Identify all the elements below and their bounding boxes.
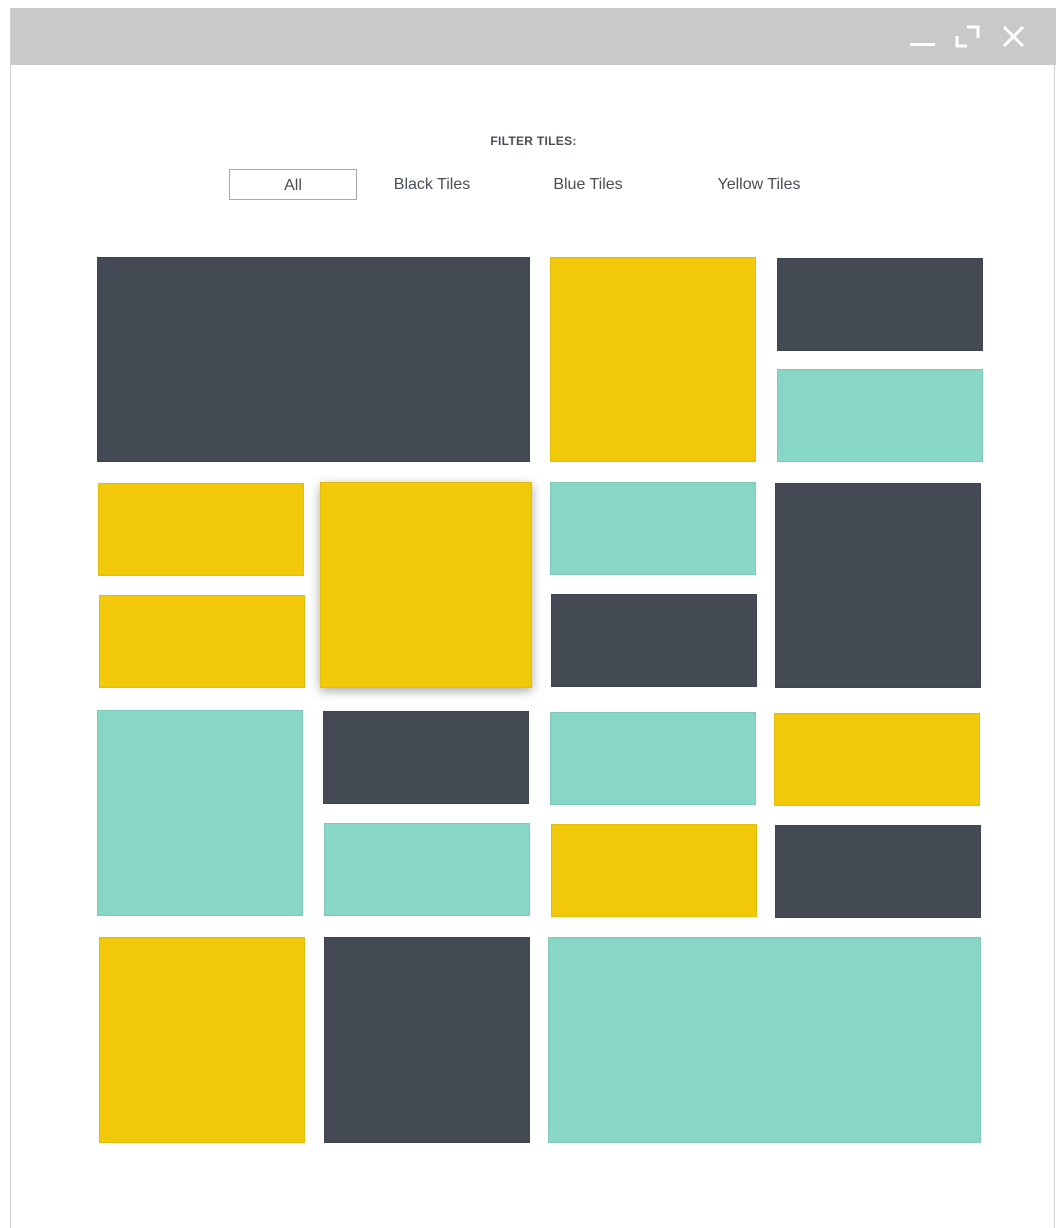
black-tile[interactable] bbox=[551, 594, 757, 687]
title-bar bbox=[11, 8, 1056, 65]
yellow-tile[interactable] bbox=[550, 257, 756, 462]
yellow-tile[interactable] bbox=[99, 937, 305, 1143]
yellow-tile[interactable] bbox=[774, 713, 980, 806]
close-button[interactable] bbox=[999, 22, 1029, 52]
filter-yellow-tiles-button[interactable]: Yellow Tiles bbox=[691, 169, 827, 200]
filter-blue-tiles-button[interactable]: Blue Tiles bbox=[523, 169, 653, 200]
black-tile[interactable] bbox=[777, 258, 983, 351]
maximize-icon bbox=[955, 25, 980, 48]
maximize-button[interactable] bbox=[953, 22, 983, 52]
blue-tile[interactable] bbox=[550, 482, 756, 575]
minimize-button[interactable] bbox=[908, 22, 938, 52]
black-tile[interactable] bbox=[775, 483, 981, 688]
blue-tile[interactable] bbox=[97, 710, 303, 916]
minimize-icon bbox=[910, 43, 935, 46]
filter-black-tiles-button[interactable]: Black Tiles bbox=[367, 169, 497, 200]
yellow-tile[interactable] bbox=[551, 824, 757, 917]
filter-all-button[interactable]: All bbox=[229, 169, 357, 200]
yellow-tile[interactable] bbox=[320, 482, 532, 688]
black-tile[interactable] bbox=[97, 257, 530, 462]
blue-tile[interactable] bbox=[324, 823, 530, 916]
blue-tile[interactable] bbox=[548, 937, 981, 1143]
blue-tile[interactable] bbox=[550, 712, 756, 805]
app-window: FILTER TILES: All Black Tiles Blue Tiles… bbox=[10, 8, 1056, 1228]
black-tile[interactable] bbox=[775, 825, 981, 918]
yellow-tile[interactable] bbox=[98, 483, 304, 576]
blue-tile[interactable] bbox=[777, 369, 983, 462]
black-tile[interactable] bbox=[323, 711, 529, 804]
filter-title: FILTER TILES: bbox=[490, 134, 577, 148]
close-icon bbox=[1002, 25, 1025, 48]
black-tile[interactable] bbox=[324, 937, 530, 1143]
yellow-tile[interactable] bbox=[99, 595, 305, 688]
